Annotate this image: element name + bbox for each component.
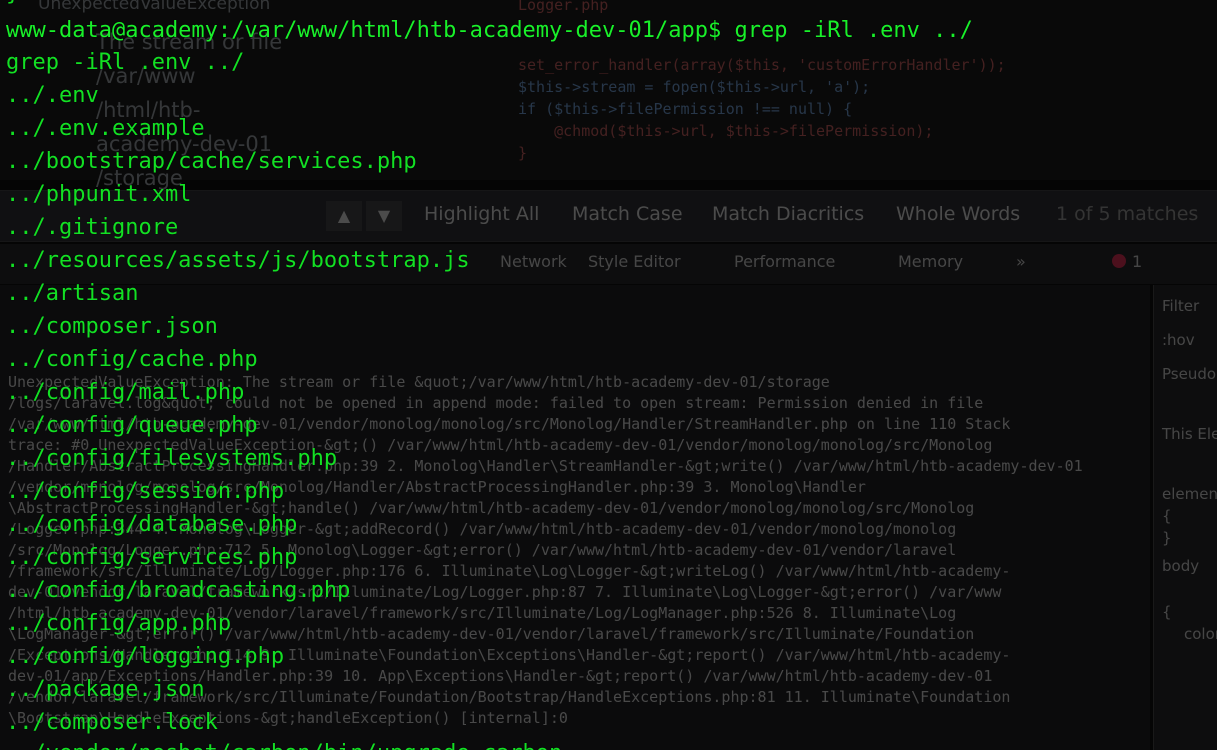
terminal-result-line: ../config/cache.php (6, 347, 258, 372)
terminal-result-line: ../package.json (6, 677, 205, 702)
terminal-window[interactable]: Logger.php set_error_handler(array($this… (0, 0, 1217, 750)
terminal-result-line: ../config/database.php (6, 512, 298, 537)
terminal-result-line: ../config/session.php (6, 479, 285, 504)
terminal-output[interactable]: } www-data@academy:/var/www/html/htb-aca… (6, 0, 1211, 750)
terminal-result-line: ../config/mail.php (6, 380, 245, 405)
terminal-result-line: ../composer.lock (6, 710, 218, 735)
terminal-result-line: ../artisan (6, 281, 139, 306)
terminal-line-partial: } (6, 0, 19, 10)
terminal-result-line: ../composer.json (6, 314, 218, 339)
terminal-result-line: ../.gitignore (6, 215, 179, 240)
terminal-result-line: ../.env (6, 83, 99, 108)
terminal-result-line: ../config/filesystems.php (6, 446, 338, 471)
terminal-result-line: ../resources/assets/js/bootstrap.js (6, 248, 470, 273)
terminal-result-line: ../config/app.php (6, 611, 232, 636)
terminal-prompt-line: www-data@academy:/var/www/html/htb-acade… (6, 18, 973, 43)
terminal-result-line: ../.env.example (6, 116, 205, 141)
terminal-result-line: ../phpunit.xml (6, 182, 192, 207)
terminal-echo-line: grep -iRl .env ../ (6, 50, 245, 75)
terminal-result-line: ../vendor/nesbot/carbon/bin/upgrade-carb… (6, 738, 562, 750)
terminal-result-line: ../config/logging.php (6, 644, 285, 669)
terminal-result-line: ../config/queue.php (6, 413, 258, 438)
terminal-result-line: ../config/services.php (6, 545, 298, 570)
terminal-result-line: ../bootstrap/cache/services.php (6, 149, 417, 174)
terminal-result-line: ../config/broadcasting.php (6, 578, 351, 603)
